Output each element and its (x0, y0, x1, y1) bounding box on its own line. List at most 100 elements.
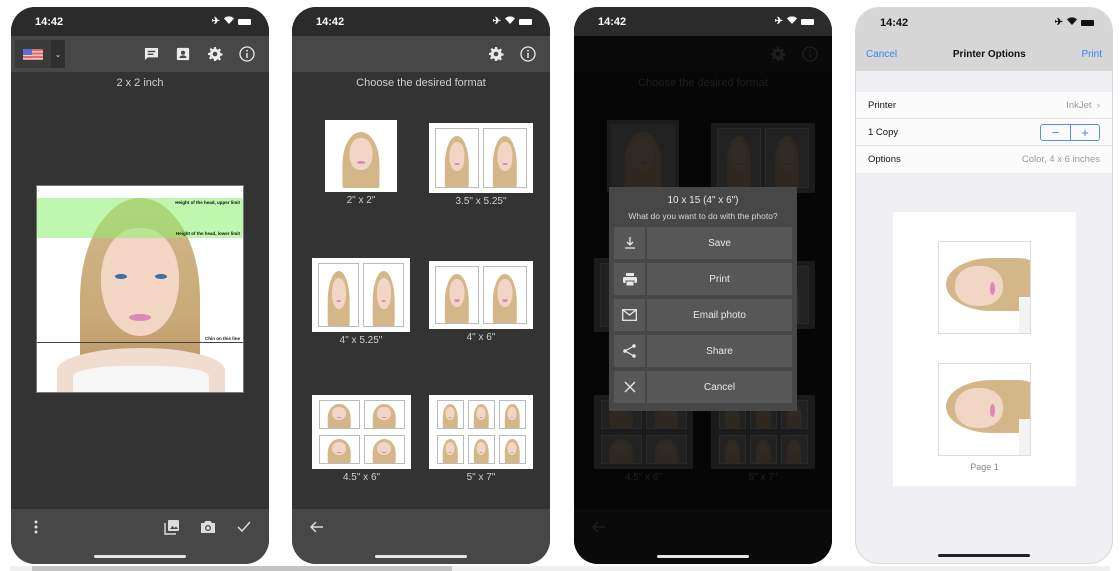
portrait-thumbnail (611, 124, 675, 188)
chevron-right-icon: › (1094, 99, 1100, 111)
camera-icon[interactable] (193, 513, 223, 541)
print-page-preview[interactable]: Page 1 (893, 212, 1076, 486)
screen-title: Choose the desired format (356, 77, 486, 89)
options-value: Color, 4 x 6 inches (1021, 154, 1100, 165)
format-option[interactable]: 3.5" x 5.25" (429, 123, 533, 207)
home-indicator[interactable] (938, 554, 1030, 557)
airplane-icon: ✈ (1054, 17, 1063, 28)
format-label: 3.5" x 5.25" (455, 196, 507, 207)
portrait-thumbnail (483, 128, 527, 188)
info-icon[interactable] (231, 40, 263, 68)
chin-guide-line[interactable] (37, 342, 243, 343)
portrait-thumbnail (435, 266, 479, 324)
format-label: 4" x 5.25" (339, 335, 383, 346)
copies-label: 1 Copy (868, 126, 899, 138)
home-indicator[interactable] (375, 555, 467, 558)
gear-icon[interactable] (199, 40, 231, 68)
format-thumbnail (312, 395, 411, 469)
bottom-toolbar (11, 509, 269, 564)
printer-label: Printer (868, 99, 896, 111)
horizontal-scrollbar[interactable] (10, 566, 1110, 571)
wifi-icon (505, 16, 515, 27)
status-time: 14:42 (35, 15, 64, 28)
copies-stepper[interactable]: − + (1040, 123, 1100, 141)
format-thumbnail (325, 120, 397, 192)
airplane-icon: ✈ (492, 16, 501, 27)
cancel-button[interactable]: Cancel (647, 371, 792, 403)
increment-button[interactable]: + (1070, 124, 1099, 140)
comment-icon[interactable] (135, 40, 167, 68)
action-email[interactable]: Email photo (614, 299, 792, 331)
portrait-thumbnail (363, 400, 405, 429)
email-photo-button[interactable]: Email photo (647, 299, 792, 331)
options-row[interactable]: Options Color, 4 x 6 inches (856, 146, 1112, 173)
home-indicator[interactable] (657, 555, 749, 558)
id-card-icon[interactable] (167, 40, 199, 68)
action-cancel[interactable]: Cancel (614, 371, 792, 403)
portrait-thumbnail (749, 435, 777, 464)
save-button[interactable]: Save (647, 227, 792, 259)
scrollbar-thumb[interactable] (32, 566, 452, 571)
status-time: 14:42 (880, 16, 909, 29)
action-dialog: 10 x 15 (4" x 6") What do you want to do… (609, 187, 797, 411)
action-save[interactable]: Save (614, 227, 792, 259)
us-flag-icon (23, 48, 43, 60)
chevron-down-icon[interactable]: ⌄ (51, 40, 65, 68)
format-label: 4.5" x 6" (342, 472, 381, 483)
arrow-left-icon[interactable] (302, 513, 332, 541)
battery-icon (238, 18, 251, 25)
portrait-thumbnail (645, 435, 687, 464)
airplane-icon: ✈ (211, 16, 220, 27)
battery-icon (519, 18, 532, 25)
printer-row[interactable]: Printer InkJet › (856, 92, 1112, 119)
close-icon (614, 371, 645, 403)
format-label: 2" x 2" (346, 195, 376, 206)
portrait-thumbnail (765, 128, 809, 188)
portrait-thumbnail (498, 400, 526, 429)
phone-screen-action-dialog: 14:42 ✈ Choose the desired format 2" x 2… (574, 7, 832, 564)
format-option[interactable]: 5" x 7" (429, 395, 533, 483)
nav-cancel-button[interactable]: Cancel (866, 49, 897, 60)
format-option[interactable]: 4" x 5.25" (312, 258, 410, 346)
phone-screen-format-picker: 14:42 ✈ Choose the desired format 2" x 2… (292, 7, 550, 564)
portrait-thumbnail (717, 128, 761, 188)
phone-screen-printer-options: 14:42 ✈ Cancel Printer Options Print Pri… (855, 7, 1113, 564)
action-share[interactable]: Share (614, 335, 792, 367)
portrait-eye (115, 274, 127, 279)
info-icon[interactable] (512, 40, 544, 68)
home-indicator[interactable] (94, 555, 186, 558)
gear-icon[interactable] (480, 40, 512, 68)
portrait-thumbnail (318, 263, 359, 327)
printer-value: InkJet (1066, 99, 1092, 111)
country-selector[interactable] (15, 40, 51, 68)
arrow-left-icon (584, 513, 614, 541)
battery-icon (1081, 19, 1094, 26)
format-title: 2 x 2 inch (116, 77, 164, 89)
decrement-button[interactable]: − (1041, 125, 1070, 140)
format-option[interactable]: 4" x 6" (429, 261, 533, 343)
format-thumbnail (429, 123, 533, 193)
wifi-icon (787, 16, 797, 27)
checkmark-icon[interactable] (229, 513, 259, 541)
dialog-subtitle: What do you want to do with the photo? (628, 211, 778, 221)
status-bar: 14:42 ✈ (11, 7, 269, 36)
printer-icon (614, 263, 645, 295)
more-vertical-icon[interactable] (21, 513, 51, 541)
share-button[interactable]: Share (647, 335, 792, 367)
portrait-top (73, 366, 209, 392)
portrait-thumbnail (467, 400, 495, 429)
nav-print-button[interactable]: Print (1081, 49, 1102, 60)
format-option[interactable]: 4.5" x 6" (312, 395, 411, 483)
format-option[interactable]: 2" x 2" (325, 120, 397, 206)
portrait-thumbnail (436, 400, 464, 429)
gallery-icon[interactable] (157, 513, 187, 541)
portrait-eye (155, 274, 167, 279)
status-bar: 14:42 ✈ (574, 7, 832, 36)
photo-editor-canvas[interactable]: Height of the head, upper limit Height o… (36, 185, 244, 393)
top-toolbar-dimmed (574, 36, 832, 72)
action-print[interactable]: Print (614, 263, 792, 295)
portrait-thumbnail (363, 263, 404, 327)
print-button[interactable]: Print (647, 263, 792, 295)
bottom-toolbar-dimmed (574, 509, 832, 564)
airplane-icon: ✈ (774, 16, 783, 27)
